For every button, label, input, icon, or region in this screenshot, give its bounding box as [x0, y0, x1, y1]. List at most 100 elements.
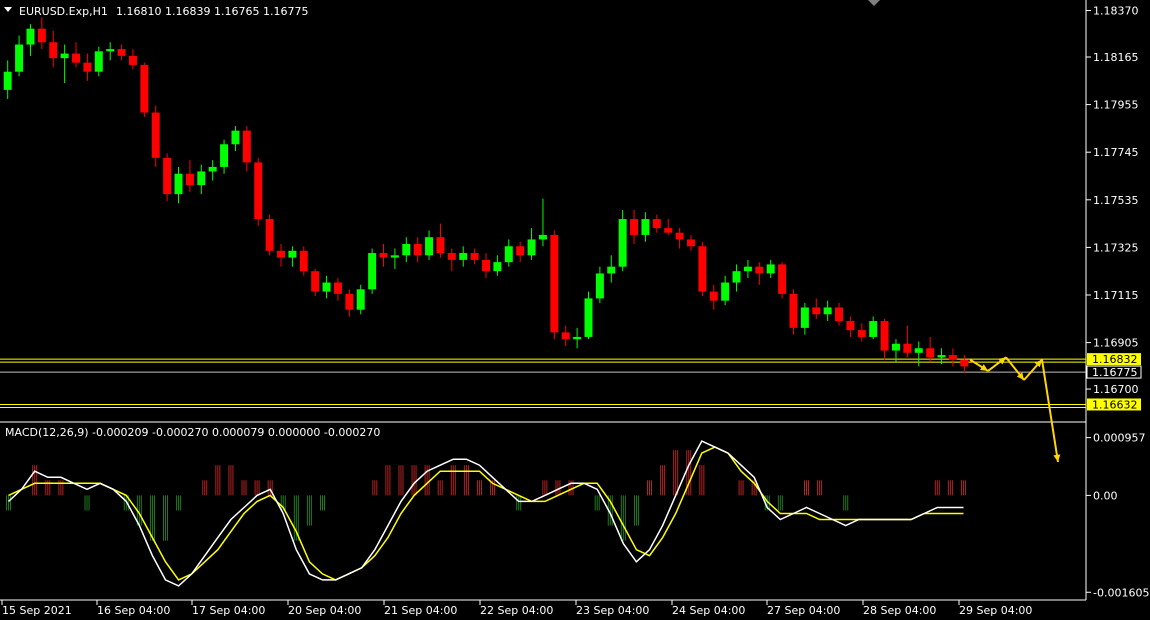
candle-body — [288, 250, 297, 258]
candle-body — [333, 282, 342, 294]
candle-body — [242, 130, 251, 163]
candle-body — [835, 307, 844, 322]
trading-chart: EURUSD.Exp,H1 1.16810 1.16839 1.16765 1.… — [0, 0, 1149, 617]
candle-body — [49, 42, 58, 59]
candle-body — [26, 28, 35, 45]
price-level-lines: 1.168321.16775 1.16632 — [0, 353, 1142, 411]
scroll-marker-icon[interactable] — [868, 0, 880, 6]
candle-body — [550, 234, 559, 333]
candle-body — [140, 64, 149, 113]
candle-body — [698, 246, 707, 292]
candle-body — [766, 264, 775, 274]
candle-body — [618, 219, 627, 267]
candle-body — [926, 348, 935, 358]
time-tick-label: 29 Sep 04:00 — [959, 604, 1032, 617]
macd-axis-ticks: 0.000957 0.00 -0.001605 — [1086, 432, 1149, 599]
candle-body — [231, 130, 240, 145]
candle-body — [128, 55, 137, 65]
candle-body — [857, 330, 866, 337]
time-tick-label: 20 Sep 04:00 — [288, 604, 361, 617]
candle-body — [903, 343, 912, 353]
candle-body — [72, 53, 81, 63]
macd-tick-label: 0.00 — [1093, 489, 1118, 502]
time-tick-label: 27 Sep 04:00 — [767, 604, 840, 617]
candle-body — [425, 237, 434, 256]
candle-body — [220, 144, 229, 167]
candle-body — [584, 298, 593, 337]
price-tick-label: 1.18165 — [1093, 51, 1139, 64]
candle-body — [732, 271, 741, 283]
candle-body — [800, 307, 809, 328]
candle-body — [687, 239, 695, 247]
candle-body — [208, 166, 217, 172]
price-tick-label: 1.17955 — [1093, 99, 1139, 112]
candle-body — [277, 250, 285, 258]
symbol-info: EURUSD.Exp,H1 — [19, 5, 108, 18]
price-level-label: 1.16832 — [1092, 353, 1138, 366]
projection-arrow — [969, 356, 1061, 463]
price-tick-label: 1.17745 — [1093, 146, 1139, 159]
macd-title: MACD(12,26,9) -0.000209 -0.000270 0.0000… — [5, 426, 380, 439]
candle-body — [83, 62, 92, 72]
candle-body — [345, 293, 354, 310]
candle-body — [493, 262, 502, 272]
candle-body — [721, 282, 730, 301]
candle-body — [504, 246, 513, 263]
time-tick-label: 24 Sep 04:00 — [672, 604, 745, 617]
candle-body — [516, 246, 525, 256]
price-tick-label: 1.17325 — [1093, 241, 1139, 254]
time-tick-label: 16 Sep 04:00 — [97, 604, 170, 617]
candle-body — [368, 253, 377, 290]
candle-body — [482, 259, 490, 272]
candle-body — [311, 271, 320, 292]
candle-body — [185, 173, 194, 186]
macd-tick-label: -0.001605 — [1093, 586, 1149, 599]
candle-body — [914, 348, 923, 353]
candle-body — [538, 234, 547, 240]
price-tick-label: 1.18370 — [1093, 5, 1139, 18]
candle-body — [948, 355, 957, 360]
candle-body — [778, 264, 787, 294]
candle-body — [106, 49, 115, 52]
projection-segment — [1041, 359, 1059, 463]
candle-body — [652, 219, 661, 229]
candle-body — [459, 253, 468, 260]
candle-body — [390, 255, 399, 258]
candle-body — [60, 53, 69, 59]
candle-body — [789, 293, 798, 328]
candle-body — [869, 321, 878, 337]
price-tick-label: 1.17115 — [1093, 289, 1139, 302]
time-axis-ticks: 15 Sep 2021 16 Sep 04:00 17 Sep 04:00 20 Se… — [1, 600, 1032, 617]
price-level-label: 1.16632 — [1092, 398, 1138, 411]
candles-group — [3, 17, 969, 374]
time-tick-label: 23 Sep 04:00 — [576, 604, 649, 617]
macd-panel — [6, 440, 966, 587]
candle-body — [117, 49, 126, 56]
candle-body — [630, 219, 639, 235]
candle-body — [379, 253, 388, 258]
price-tick-label: 1.16905 — [1093, 337, 1139, 350]
price-tick-label: 1.17535 — [1093, 194, 1139, 207]
candle-body — [470, 253, 479, 260]
candle-body — [436, 237, 445, 254]
time-tick-label: 15 Sep 2021 — [2, 604, 72, 617]
candle-body — [823, 307, 832, 315]
candle-body — [527, 239, 536, 256]
time-tick-label: 17 Sep 04:00 — [192, 604, 265, 617]
time-tick-label: 21 Sep 04:00 — [384, 604, 457, 617]
candle-body — [356, 289, 365, 310]
ohlc-readout: 1.16810 1.16839 1.16765 1.16775 — [116, 5, 308, 18]
candle-body — [265, 219, 274, 251]
candle-body — [641, 219, 650, 235]
candle-body — [15, 44, 24, 72]
time-tick-label: 22 Sep 04:00 — [480, 604, 553, 617]
candle-body — [447, 253, 456, 260]
macd-main-line — [7, 440, 964, 587]
candle-body — [3, 71, 12, 90]
candle-body — [891, 343, 900, 351]
chart-menu-icon[interactable] — [4, 7, 12, 12]
candle-body — [709, 291, 718, 301]
macd-tick-label: 0.000957 — [1093, 432, 1146, 445]
candle-body — [402, 244, 411, 256]
candle-body — [743, 266, 752, 272]
